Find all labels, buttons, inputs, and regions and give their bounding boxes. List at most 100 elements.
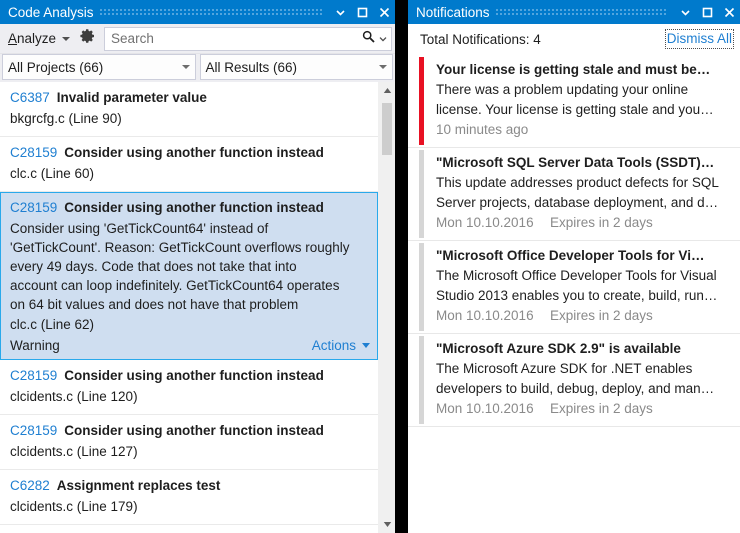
issue-title: Consider using another function instead — [64, 145, 324, 160]
code-analysis-body: C6387 Invalid parameter value bkgrcfg.c (… — [0, 82, 395, 533]
issue-row-selected[interactable]: C28159 Consider using another function in… — [0, 192, 378, 360]
search-icon-group[interactable] — [361, 29, 391, 49]
window-drag-grip[interactable] — [99, 7, 323, 17]
issue-title: Consider using another function instead — [64, 368, 324, 383]
notification-title: Your license is getting stale and must b… — [436, 62, 711, 77]
filters-bar: All Projects (66) All Results (66) — [0, 54, 395, 82]
notification-description: The Microsoft Azure SDK for .NET enables… — [436, 361, 715, 396]
close-icon[interactable] — [718, 0, 740, 24]
results-filter-dropdown[interactable]: All Results (66) — [199, 54, 393, 80]
issue-description: Consider using 'GetTickCount64' instead … — [10, 221, 350, 312]
notification-body: "Microsoft SQL Server Data Tools (SSDT)…… — [424, 148, 740, 240]
notification-item[interactable]: Your license is getting stale and must b… — [408, 55, 740, 148]
issue-severity: Warning — [10, 338, 60, 353]
issue-title: Invalid parameter value — [56, 90, 207, 105]
analyze-button[interactable]: Analyze — [0, 26, 74, 52]
chevron-down-icon[interactable] — [674, 0, 696, 24]
notifications-titlebar: Notifications — [408, 0, 740, 24]
chevron-down-icon — [362, 343, 370, 348]
chevron-down-icon[interactable] — [374, 65, 392, 69]
issue-code: C28159 — [10, 145, 58, 160]
maximize-icon[interactable] — [696, 0, 718, 24]
issue-row[interactable]: C28159 Consider using another function in… — [0, 360, 378, 415]
project-filter-dropdown[interactable]: All Projects (66) — [2, 54, 196, 80]
project-filter-label: All Projects (66) — [8, 59, 104, 75]
notification-item[interactable]: "Microsoft Office Developer Tools for Vi… — [408, 241, 740, 334]
notification-item[interactable]: "Microsoft Azure SDK 2.9" is available T… — [408, 334, 740, 427]
code-analysis-title: Code Analysis — [8, 4, 94, 20]
code-analysis-window: Code Analysis Analyze Search All Project… — [0, 0, 395, 533]
notification-date: Mon 10.10.2016 — [436, 308, 534, 323]
scroll-down-arrow-icon[interactable] — [379, 516, 395, 533]
notification-list: Your license is getting stale and must b… — [408, 54, 740, 533]
notification-item[interactable]: "Microsoft SQL Server Data Tools (SSDT)…… — [408, 148, 740, 241]
issue-location: clcidents.c (Line 120) — [10, 389, 138, 404]
code-analysis-titlebar: Code Analysis — [0, 0, 395, 24]
chevron-down-icon[interactable] — [329, 0, 351, 24]
notifications-header: Total Notifications: 4 Dismiss All — [408, 24, 740, 54]
scrollbar-thumb[interactable] — [382, 103, 392, 155]
search-icon[interactable] — [361, 29, 376, 49]
notification-meta: Mon 10.10.2016 Expires in 2 days — [436, 306, 730, 326]
notification-description: There was a problem updating your online… — [436, 82, 714, 117]
issue-row[interactable]: C28159 Consider using another function in… — [0, 137, 378, 192]
issue-heading: C6282 Assignment replaces test — [10, 476, 370, 496]
notification-body: Your license is getting stale and must b… — [424, 55, 740, 147]
issue-list: C6387 Invalid parameter value bkgrcfg.c (… — [0, 82, 378, 533]
notification-title: "Microsoft SQL Server Data Tools (SSDT)… — [436, 155, 715, 170]
issue-location: clcidents.c (Line 179) — [10, 499, 138, 514]
issue-title: Assignment replaces test — [56, 478, 221, 493]
chevron-down-icon — [62, 36, 71, 41]
issue-heading: C6387 Invalid parameter value — [10, 88, 370, 108]
issue-footer: Warning Actions — [10, 338, 370, 353]
analyze-rest: nalyze — [17, 31, 57, 46]
chevron-down-icon[interactable] — [177, 65, 195, 69]
notification-date: Mon 10.10.2016 — [436, 215, 534, 230]
issue-location: clc.c (Line 62) — [10, 317, 95, 332]
issue-code: C6387 — [10, 90, 50, 105]
issue-row[interactable]: C6282 Assignment replaces test clcidents.… — [0, 470, 378, 525]
issue-code: C28159 — [10, 200, 58, 215]
issue-title: Consider using another function instead — [64, 423, 324, 438]
notification-date: Mon 10.10.2016 — [436, 401, 534, 416]
issue-heading: C28159 Consider using another function in… — [10, 366, 370, 386]
notification-meta: Mon 10.10.2016 Expires in 2 days — [436, 213, 730, 233]
analyze-accel: A — [8, 31, 18, 46]
notification-title: "Microsoft Office Developer Tools for Vi… — [436, 248, 705, 263]
gear-icon — [80, 28, 96, 49]
actions-button[interactable]: Actions — [312, 338, 370, 353]
issue-title: Consider using another function instead — [64, 200, 324, 215]
issue-heading: C28159 Consider using another function in… — [10, 421, 370, 441]
issue-heading: C28159 Consider using another function in… — [10, 143, 370, 163]
notifications-title: Notifications — [416, 4, 490, 20]
notification-description: The Microsoft Office Developer Tools for… — [436, 268, 718, 303]
window-drag-grip[interactable] — [495, 7, 668, 17]
scroll-up-arrow-icon[interactable] — [379, 82, 395, 99]
issue-heading: C28159 Consider using another function in… — [10, 198, 370, 218]
issue-location: bkgrcfg.c (Line 90) — [10, 111, 122, 126]
notification-expiry: Expires in 2 days — [550, 308, 653, 323]
settings-button[interactable] — [74, 26, 102, 52]
issue-code: C6282 — [10, 478, 50, 493]
issue-list-scrollbar[interactable] — [378, 82, 395, 533]
notification-description: This update addresses product defects fo… — [436, 175, 719, 210]
scrollbar-track[interactable] — [379, 99, 395, 516]
dismiss-all-button[interactable]: Dismiss All — [664, 29, 734, 49]
issue-row[interactable]: C28159 Consider using another function in… — [0, 415, 378, 470]
search-box[interactable] — [104, 26, 392, 51]
search-options-chevron-down-icon[interactable] — [379, 30, 387, 48]
notification-meta: Mon 10.10.2016 Expires in 2 days — [436, 399, 730, 419]
close-icon[interactable] — [373, 0, 395, 24]
code-analysis-toolbar: Analyze — [0, 24, 395, 54]
maximize-icon[interactable] — [351, 0, 373, 24]
issue-code: C28159 — [10, 368, 58, 383]
notification-meta: 10 minutes ago — [436, 120, 730, 140]
notifications-window: Notifications Total Notifications: 4 Dis… — [408, 0, 740, 533]
notification-body: "Microsoft Azure SDK 2.9" is available T… — [424, 334, 740, 426]
actions-label: Actions — [311, 338, 356, 353]
screen: Code Analysis Analyze Search All Project… — [0, 0, 740, 533]
issue-row[interactable]: C6387 Invalid parameter value bkgrcfg.c (… — [0, 82, 378, 137]
search-input[interactable] — [105, 28, 361, 49]
notification-date: 10 minutes ago — [436, 122, 529, 137]
issue-location: clc.c (Line 60) — [10, 166, 95, 181]
